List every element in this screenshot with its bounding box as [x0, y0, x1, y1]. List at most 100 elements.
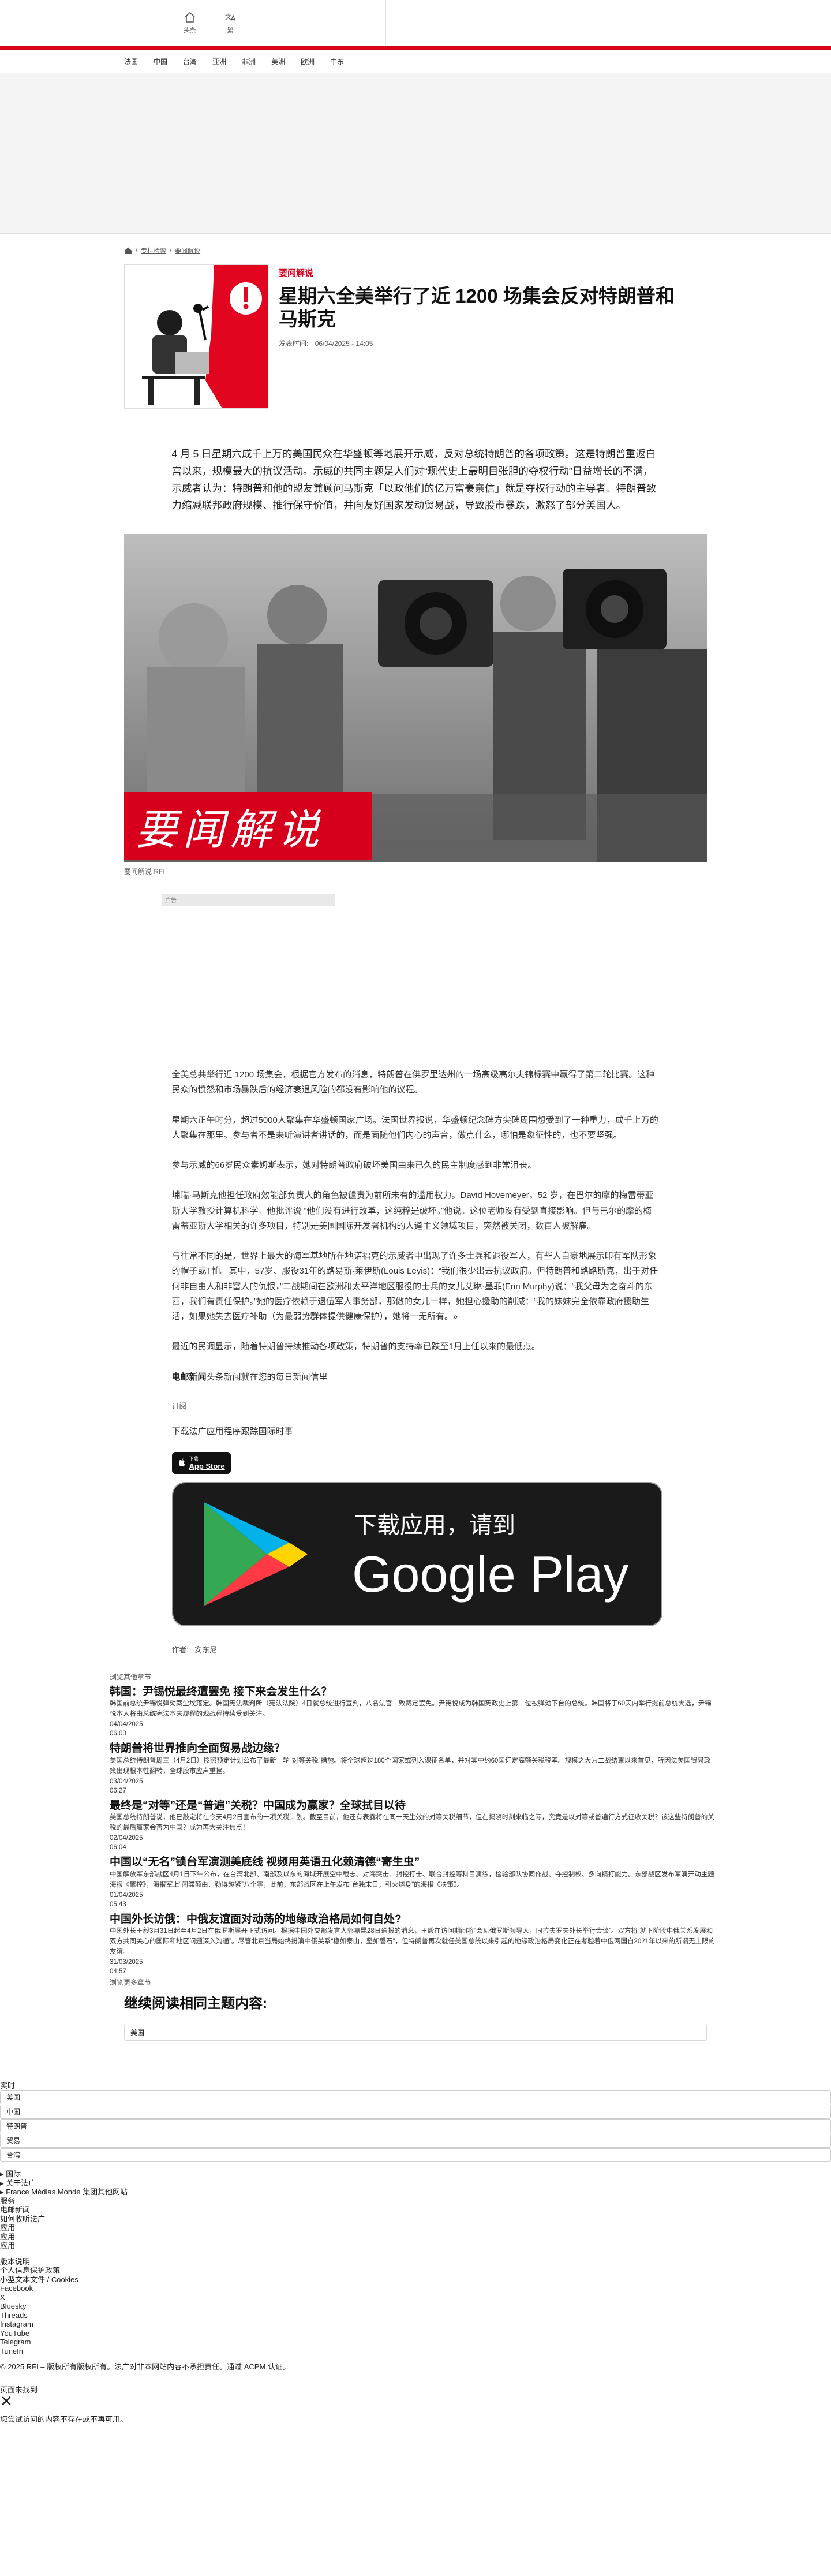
- related-item: 中国以“无名”锁台军演测美底线 视频用英语丑化赖清德“寄生虫” 中国解放军东部战…: [110, 1856, 716, 1909]
- footer-tag-pill[interactable]: 贸易: [0, 2134, 831, 2148]
- secnav-china[interactable]: 中国: [154, 57, 167, 66]
- copyright: © 2025 RFI – 版权所有版权所有。法广对非本网站内容不承担责任。通过 …: [0, 2362, 290, 2372]
- article-paragraph: 埔瑞·马斯克他担任政府效能部负责人的角色被谴责为前所未有的滥用权力。David …: [171, 1190, 654, 1231]
- topic-tag[interactable]: 美国: [124, 2024, 707, 2041]
- more-sections-link[interactable]: 浏览更多章节: [110, 1977, 716, 1987]
- threads-link[interactable]: Threads: [0, 2311, 831, 2320]
- footer-menu-international[interactable]: ▸ 国际: [0, 2170, 831, 2179]
- related-item: 特朗普将世界推向全面贸易战边缘？ 美国总统特朗普周三（4月2日）按照预定计划公布…: [110, 1742, 716, 1795]
- inline-ad: 广告: [162, 894, 335, 1050]
- top-nav-icons: 头条 文 繁: [184, 12, 237, 35]
- article-title: 星期六全美举行了近 1200 场集会反对特朗普和马斯克: [279, 285, 675, 330]
- continue-reading-title: 继续阅读相同主题内容:: [124, 1996, 267, 2012]
- youtube-link[interactable]: YouTube: [0, 2329, 831, 2338]
- realtime-label: 实时: [0, 2081, 16, 2090]
- article-paragraph: 最近的民调显示，随着特朗普持续推动各项政策，特朗普的支持率已跌至1月上任以来的最…: [171, 1342, 540, 1352]
- secnav-france[interactable]: 法国: [124, 57, 138, 66]
- article-paragraph: 全美总共举行近 1200 场集会，根据官方发布的消息，特朗普在佛罗里达州的一场高…: [171, 1070, 655, 1095]
- secnav-middle-east[interactable]: 中东: [330, 57, 344, 66]
- x-link[interactable]: X: [0, 2293, 831, 2302]
- secnav-europe[interactable]: 欧洲: [301, 57, 315, 66]
- related-title[interactable]: 特朗普将世界推向全面贸易战边缘？: [110, 1742, 716, 1756]
- breadcrumb-link[interactable]: 要闻解说: [175, 246, 200, 255]
- nav-home[interactable]: 头条: [184, 12, 196, 35]
- not-found-message: 您尝试访问的内容不存在或不再可用。: [0, 2415, 128, 2424]
- footer-tag-pill[interactable]: 特朗普: [0, 2119, 831, 2134]
- related-summary: 美国总统特朗普说，他已敲定将在今天4月2日宣布的一项关税计划。截至目前，他还有表…: [110, 1814, 714, 1832]
- related-date: 02/04/2025: [110, 1835, 143, 1842]
- article-paragraph: 星期六正午时分，超过5000人聚集在华盛顿国家广场。法国世界报说，华盛顿纪念碑方…: [171, 1115, 658, 1140]
- hero-figure: 要闻解说 要闻解说 RFI: [124, 534, 707, 876]
- top-header: 头条 文 繁: [0, 0, 831, 46]
- footer-link[interactable]: 应用: [0, 2223, 831, 2232]
- hero-banner-text: 要闻解说: [136, 805, 325, 854]
- article-thumbnail-illustration: [124, 264, 268, 409]
- related-title[interactable]: 韩国：尹锡悦最终遭罢免 接下来会发生什么？: [110, 1685, 716, 1700]
- footer-link[interactable]: 电邮新闻: [0, 2205, 831, 2215]
- related-time: 05:43: [110, 1901, 126, 1908]
- breadcrumb-sep-icon: /: [170, 247, 172, 254]
- breadcrumb-link[interactable]: 专栏检索: [141, 246, 166, 255]
- footer-tag-pill[interactable]: 中国: [0, 2105, 831, 2119]
- related-title[interactable]: 最终是“对等”还是“普遍”关税？中国成为赢家？全球拭目以待: [110, 1799, 716, 1813]
- author-name[interactable]: 安东尼: [194, 1645, 217, 1654]
- author-label: 作者:: [171, 1645, 189, 1654]
- related-time: 06:04: [110, 1844, 126, 1851]
- related-date: 04/04/2025: [110, 1721, 143, 1728]
- footer-link[interactable]: 个人信息保护政策: [0, 2266, 831, 2275]
- article-author: 作者: 安东尼: [172, 1644, 660, 1655]
- related-item: 中国外长访俄：中俄友谊面对动荡的地缘政治格局如何自处? 中国外长王毅3月31日起…: [110, 1913, 716, 1976]
- related-date: 01/04/2025: [110, 1891, 143, 1899]
- gplay-line2: Google Play: [352, 1545, 628, 1603]
- footer-link[interactable]: 如何收听法广: [0, 2215, 831, 2224]
- instagram-link[interactable]: Instagram: [0, 2320, 831, 2329]
- article-kicker[interactable]: 要闻解说: [279, 267, 683, 279]
- app-download-prompt: 下载法广应用程序跟踪国际时事: [171, 1426, 293, 1436]
- footer-menu-about[interactable]: ▸ 关于法广: [0, 2179, 831, 2188]
- bluesky-link[interactable]: Bluesky: [0, 2302, 831, 2311]
- svg-text:文: 文: [225, 13, 231, 21]
- nav-language[interactable]: 文 繁: [224, 12, 237, 35]
- related-title[interactable]: 中国以“无名”锁台军演测美底线 视频用英语丑化赖清德“寄生虫”: [110, 1856, 716, 1870]
- related-summary: 中国解放军东部战区4月1日下午公布，在台湾北部、南部及以东的海域开展空中载志、对…: [110, 1871, 714, 1888]
- telegram-link[interactable]: Telegram: [0, 2338, 831, 2347]
- footer-link[interactable]: 版本说明: [0, 2257, 831, 2267]
- facebook-link[interactable]: Facebook: [0, 2284, 831, 2293]
- article-paragraph: 参与示威的66岁民众素姆斯表示，她对特朗普政府破坏美国由来已久的民主制度感到非常…: [171, 1160, 537, 1170]
- ad-slot[interactable]: [162, 906, 335, 1050]
- footer-tag-pill[interactable]: 美国: [0, 2090, 831, 2105]
- continue-reading: 继续阅读相同主题内容: 美国: [124, 1992, 707, 2041]
- footer: 实时 美国 中国 特朗普 贸易 台湾 ▸ 国际 ▸ 关于法广 ▸ France …: [0, 2081, 831, 2424]
- newsletter-promo-text: 头条新闻就在您的每日新闻信里: [206, 1372, 328, 1382]
- subscribe-link[interactable]: 订阅: [172, 1400, 660, 1411]
- translate-icon: 文: [225, 13, 236, 22]
- footer-link[interactable]: 应用: [0, 2241, 831, 2250]
- nav-language-label: 繁: [227, 27, 234, 34]
- secnav-africa[interactable]: 非洲: [242, 57, 256, 66]
- article-lede: 4 月 5 日星期六成千上万的美国民众在华盛顿等地展开示威，反对总统特朗普的各项…: [171, 448, 657, 512]
- related-title[interactable]: 中国外长访俄：中俄友谊面对动荡的地缘政治格局如何自处?: [110, 1913, 716, 1927]
- app-store-button[interactable]: 下载 App Store: [171, 1451, 231, 1474]
- secnav-asia[interactable]: 亚洲: [212, 57, 226, 66]
- tunein-link[interactable]: TuneIn: [0, 2347, 831, 2356]
- brand-red-line: [0, 46, 831, 50]
- secnav-taiwan[interactable]: 台湾: [183, 57, 197, 66]
- article-header-text: 要闻解说 星期六全美举行了近 1200 场集会反对特朗普和马斯克 发表时间: 0…: [279, 264, 683, 409]
- footer-link[interactable]: 应用: [0, 2232, 831, 2242]
- footer-link[interactable]: 小型文本文件 / Cookies: [0, 2275, 831, 2284]
- nav-home-label: 头条: [184, 27, 196, 34]
- apple-icon: [178, 1458, 185, 1466]
- not-found-title: 页面未找到: [0, 2385, 38, 2394]
- hero-caption: 要闻解说 RFI: [124, 868, 165, 876]
- footer-menu-group-sites[interactable]: ▸ France Médias Monde 集团其他网站: [0, 2187, 831, 2197]
- footer-tag-pill[interactable]: 台湾: [0, 2148, 831, 2163]
- related-date: 03/04/2025: [110, 1778, 143, 1785]
- related-section: 浏览其他章节 韩国：尹锡悦最终遭罢免 接下来会发生什么？ 韩国前总统尹锡悦弹劾案…: [110, 1672, 716, 1987]
- home-icon[interactable]: [124, 247, 132, 255]
- newsletter-brand: 电邮新闻: [171, 1372, 207, 1382]
- google-play-button[interactable]: 下载应用，请到 Google Play: [171, 1481, 662, 1626]
- close-icon[interactable]: ✕: [0, 2394, 831, 2409]
- secnav-americas[interactable]: 美洲: [271, 57, 285, 66]
